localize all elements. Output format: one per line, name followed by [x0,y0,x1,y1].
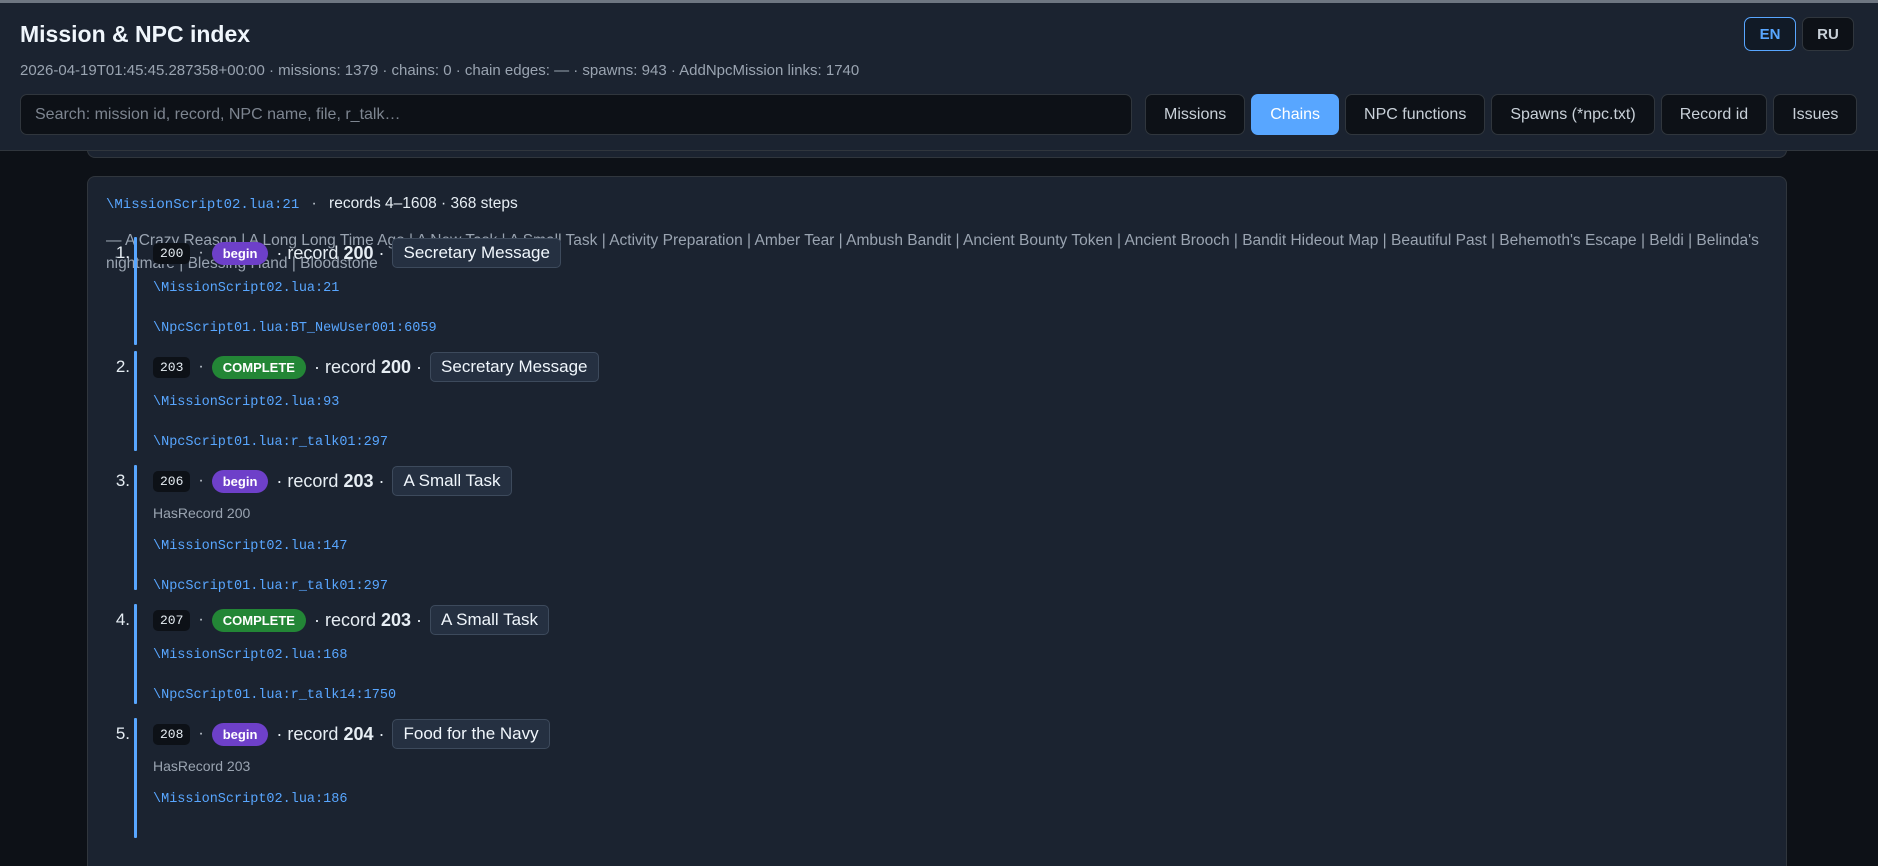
script-source-link[interactable]: \MissionScript02.lua:168 [153,648,347,663]
step-number: 1. [115,243,130,262]
step-condition: HasRecord 203 [153,758,251,774]
mission-id-pill: 208 [153,723,191,745]
record-number: 204 [343,723,374,744]
chain-source-link[interactable]: \MissionScript02.lua:21 [106,197,299,213]
separator-dot: · [198,611,204,628]
script-source-link[interactable]: \NpcScript01.lua:BT_NewUser001:6059 [153,321,437,336]
mission-id-pill: 200 [153,242,191,264]
step-number: 3. [115,471,130,490]
step-condition: HasRecord 200 [153,505,251,521]
mission-name-chip[interactable]: Secretary Message [430,352,599,382]
begin-badge: begin [211,241,269,265]
chain-header-separator: · [311,195,317,212]
step-number: 4. [115,610,130,629]
step-connector-bar [134,465,137,590]
step-summary: 208 · begin · record 204 · Food for the Navy [153,718,550,750]
tab-chains[interactable]: Chains [1251,94,1340,135]
record-ref: · record 204 · [276,723,385,744]
record-ref: · record 203 · [313,609,423,630]
language-en-button[interactable]: EN [1744,17,1796,51]
mission-id-pill: 203 [153,356,191,378]
script-source-link[interactable]: \NpcScript01.lua:r_talk01:297 [153,435,388,450]
record-number: 203 [343,470,374,491]
step-summary: 207 · COMPLETE · record 203 · A Small Task [153,604,550,636]
view-tabs: Missions Chains NPC functions Spawns (*n… [1145,94,1858,135]
step-number: 2. [115,357,130,376]
record-ref: · record 203 · [276,470,385,491]
step-number: 5. [115,724,130,743]
tab-issues[interactable]: Issues [1773,94,1858,135]
record-ref: · record 200 · [276,242,385,263]
mission-name-chip[interactable]: A Small Task [430,605,550,635]
complete-badge: COMPLETE [211,355,306,379]
page-title: Mission & NPC index [20,21,251,47]
step-summary: 206 · begin · record 203 · A Small Task [153,465,512,497]
chain-summary: records 4–1608 · 368 steps [329,195,518,212]
record-number: 203 [381,609,412,630]
script-source-link[interactable]: \NpcScript01.lua:r_talk01:297 [153,579,388,594]
mission-name-chip[interactable]: Secretary Message [392,238,561,268]
step-summary: 203 · COMPLETE · record 200 · Secretary Mess… [153,351,599,383]
mission-name-chip[interactable]: A Small Task [392,466,512,496]
script-source-link[interactable]: \MissionScript02.lua:93 [153,395,339,410]
tab-npc-functions[interactable]: NPC functions [1345,94,1486,135]
mission-name-chip[interactable]: Food for the Navy [392,719,550,749]
record-number: 200 [343,242,374,263]
step-connector-bar [134,237,137,345]
step-summary: 200 · begin · record 200 · Secretary Message [153,237,561,269]
separator-dot: · [198,358,204,375]
begin-badge: begin [211,469,269,493]
script-source-link[interactable]: \NpcScript01.lua:r_talk14:1750 [153,688,396,703]
complete-badge: COMPLETE [211,608,306,632]
script-source-link[interactable]: \MissionScript02.lua:186 [153,792,347,807]
separator-dot: · [198,472,204,489]
mission-id-pill: 207 [153,609,191,631]
mission-id-pill: 206 [153,470,191,492]
chain-header: \MissionScript02.lua:21 · records 4–1608… [106,195,518,213]
separator-dot: · [198,725,204,742]
app-header: Mission & NPC index 2026-04-19T01:45:45.… [0,3,1878,151]
step-connector-bar [134,718,137,838]
begin-badge: begin [211,722,269,746]
tab-record-id[interactable]: Record id [1660,94,1768,135]
index-stats: 2026-04-19T01:45:45.287358+00:00 · missi… [20,62,860,79]
language-ru-button[interactable]: RU [1802,17,1854,51]
tab-missions[interactable]: Missions [1145,94,1246,135]
script-source-link[interactable]: \MissionScript02.lua:147 [153,539,347,554]
chain-card: \MissionScript02.lua:21 · records 4–1608… [87,176,1787,866]
step-connector-bar [134,351,137,451]
separator-dot: · [198,244,204,261]
record-ref: · record 200 · [313,356,423,377]
script-source-link[interactable]: \MissionScript02.lua:21 [153,281,339,296]
language-switcher: EN RU [1744,17,1854,51]
step-connector-bar [134,604,137,704]
tab-spawns[interactable]: Spawns (*npc.txt) [1491,94,1655,135]
record-number: 200 [381,356,412,377]
search-input[interactable] [20,94,1132,135]
